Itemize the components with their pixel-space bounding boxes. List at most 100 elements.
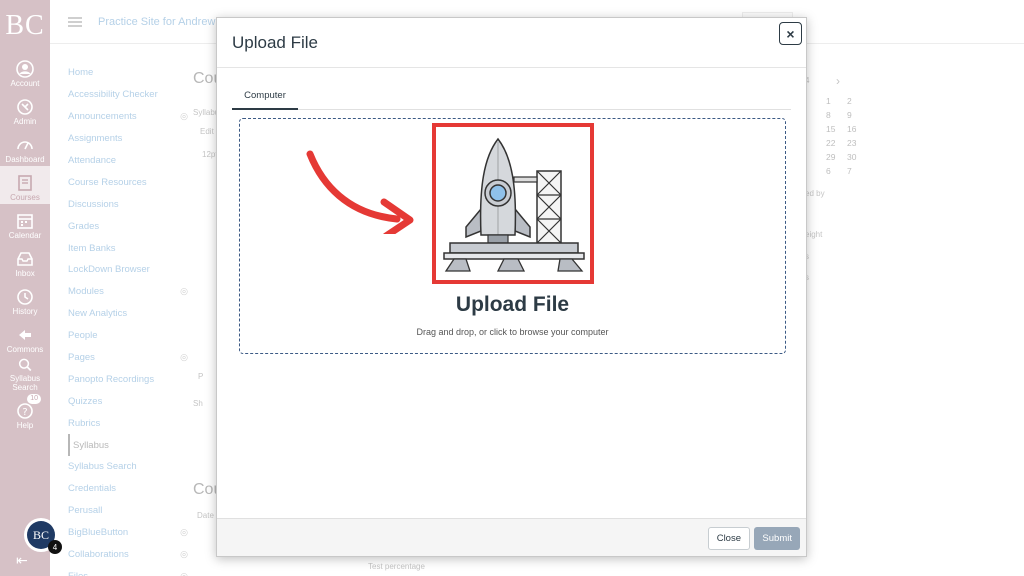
course-nav-label: BigBlueButton — [68, 527, 129, 539]
course-nav-item-people[interactable]: People — [68, 325, 188, 347]
course-nav-item-course-resources[interactable]: Course Resources — [68, 171, 188, 193]
inbox-icon — [17, 252, 33, 267]
dropzone-title: Upload File — [455, 293, 570, 316]
calendar-day[interactable]: 30 — [847, 152, 868, 162]
course-nav-item-attendance[interactable]: Attendance — [68, 150, 188, 172]
avatar[interactable]: BC 4 — [24, 518, 62, 554]
help-notification-badge: 10 — [27, 394, 41, 404]
course-nav-item-new-analytics[interactable]: New Analytics — [68, 303, 188, 325]
global-nav-item-calendar[interactable]: Calendar — [0, 204, 50, 242]
global-nav-item-inbox[interactable]: Inbox — [0, 242, 50, 280]
close-button[interactable]: Close — [707, 527, 750, 550]
global-nav-item-courses[interactable]: Courses — [0, 166, 50, 204]
course-nav-label: Accessibility Checker — [68, 89, 158, 101]
avatar-count-badge: 4 — [48, 540, 62, 554]
course-nav-item-credentials[interactable]: Credentials — [68, 478, 188, 500]
show-checkbox-label[interactable]: Sh — [193, 399, 203, 408]
global-nav-item-syllabus-search[interactable]: Syllabus Search — [0, 356, 50, 394]
course-nav-item-discussions[interactable]: Discussions — [68, 193, 188, 215]
calendar-day[interactable]: 2 — [847, 96, 868, 106]
global-nav-item-admin[interactable]: Admin — [0, 90, 50, 128]
global-nav-item-history[interactable]: History — [0, 280, 50, 318]
course-nav-label: Quizzes — [68, 395, 103, 407]
course-navigation: Home Accessibility Checker Announcements ◎ A… — [68, 62, 188, 576]
p-label: P — [198, 372, 204, 381]
calendar-day[interactable]: 9 — [847, 110, 868, 120]
tab-computer[interactable]: Computer — [232, 88, 298, 110]
calendar-cell — [805, 110, 826, 120]
course-nav-item-assignments[interactable]: Assignments — [68, 128, 188, 150]
calendar-day[interactable]: 22 — [826, 138, 847, 148]
calendar-cell — [805, 152, 826, 162]
hidden-eye-icon: ◎ — [180, 549, 188, 560]
course-nav-label: Course Resources — [68, 176, 147, 188]
calendar-day[interactable]: 6 — [826, 166, 847, 176]
hidden-eye-icon: ◎ — [180, 286, 188, 297]
course-nav-label: Collaborations — [68, 549, 129, 561]
calendar-day[interactable]: 16 — [847, 124, 868, 134]
rocket-icon — [443, 137, 585, 272]
calendar-next-icon[interactable]: › — [836, 74, 840, 88]
global-nav-item-dashboard[interactable]: Dashboard — [0, 128, 50, 166]
course-nav-item-collaborations[interactable]: Collaborations ◎ — [68, 544, 188, 566]
course-nav-item-files[interactable]: Files ◎ — [68, 565, 188, 576]
course-nav-item-syllabus[interactable]: Syllabus — [68, 434, 188, 457]
breadcrumb[interactable]: Practice Site for Andrew — [98, 16, 215, 28]
course-nav-item-syllabus-search[interactable]: Syllabus Search — [68, 456, 188, 478]
global-nav-label: Syllabus Search — [9, 374, 41, 393]
course-nav-item-accessibility-checker[interactable]: Accessibility Checker — [68, 84, 188, 106]
global-nav-item-commons[interactable]: Commons — [0, 318, 50, 356]
calendar-cell — [805, 166, 826, 176]
close-icon[interactable]: × — [779, 22, 802, 45]
course-nav-label: New Analytics — [68, 308, 128, 320]
calendar-day[interactable]: 15 — [826, 124, 847, 134]
calendar-day[interactable]: 7 — [847, 166, 868, 176]
file-dropzone[interactable]: Upload File Drag and drop, or click to b… — [239, 118, 786, 354]
course-nav-item-home[interactable]: Home — [68, 62, 188, 84]
global-nav-item-account[interactable]: Account — [0, 52, 50, 90]
edit-label[interactable]: Edit — [200, 127, 214, 136]
course-nav-label: Syllabus — [73, 439, 109, 451]
institution-logo[interactable]: BC — [0, 0, 50, 52]
global-navigation: BC Account Admin Dashboard Courses Calendar I… — [0, 0, 62, 576]
course-nav-item-modules[interactable]: Modules ◎ — [68, 281, 188, 303]
test-percentage-label: Test percentage — [368, 562, 425, 571]
calendar-day[interactable]: 8 — [826, 110, 847, 120]
mini-calendar: 1 2 8 9 15 16 22 23 29 30 6 7 — [805, 96, 868, 176]
hidden-eye-icon: ◎ — [180, 111, 188, 122]
course-nav-label: Rubrics — [68, 417, 101, 429]
course-nav-label: Discussions — [68, 198, 119, 210]
global-nav-item-help[interactable]: ? Help 10 — [0, 394, 50, 432]
hamburger-menu-icon[interactable] — [68, 16, 82, 27]
dropzone-subtitle: Drag and drop, or click to browse your c… — [416, 327, 609, 337]
date-column-header: Date — [197, 511, 214, 520]
course-nav-item-bigbluebutton[interactable]: BigBlueButton ◎ — [68, 522, 188, 544]
course-nav-item-announcements[interactable]: Announcements ◎ — [68, 106, 188, 128]
weight-label: eight — [805, 230, 823, 239]
course-nav-item-quizzes[interactable]: Quizzes — [68, 390, 188, 412]
svg-text:?: ? — [22, 407, 27, 418]
course-nav-item-lockdown-browser[interactable]: LockDown Browser — [68, 259, 188, 281]
calendar-day[interactable]: 23 — [847, 138, 868, 148]
calendar-day[interactable]: 29 — [826, 152, 847, 162]
course-nav-item-pages[interactable]: Pages ◎ — [68, 347, 188, 369]
calendar-cell — [805, 124, 826, 134]
calendar-day[interactable]: 1 — [826, 96, 847, 106]
collapse-arrow-icon[interactable]: ⇤ — [16, 552, 28, 569]
submit-button[interactable]: Submit — [754, 527, 800, 550]
course-nav-item-grades[interactable]: Grades — [68, 215, 188, 237]
global-nav-label: Help — [16, 421, 34, 431]
course-nav-item-perusall[interactable]: Perusall — [68, 500, 188, 522]
global-nav-label: Courses — [10, 193, 40, 203]
course-nav-item-panopto-recordings[interactable]: Panopto Recordings — [68, 368, 188, 390]
course-nav-label: Perusall — [68, 505, 103, 517]
global-nav-label: Account — [10, 79, 40, 89]
course-nav-label: Announcements — [68, 111, 137, 123]
course-nav-item-rubrics[interactable]: Rubrics — [68, 412, 188, 434]
global-nav-label: History — [12, 307, 38, 317]
course-nav-item-item-banks[interactable]: Item Banks — [68, 237, 188, 259]
hidden-eye-icon: ◎ — [180, 352, 188, 363]
course-nav-label: People — [68, 330, 98, 342]
rocket-illustration-highlight — [432, 123, 594, 284]
weight-by-label: ed by — [805, 189, 825, 198]
